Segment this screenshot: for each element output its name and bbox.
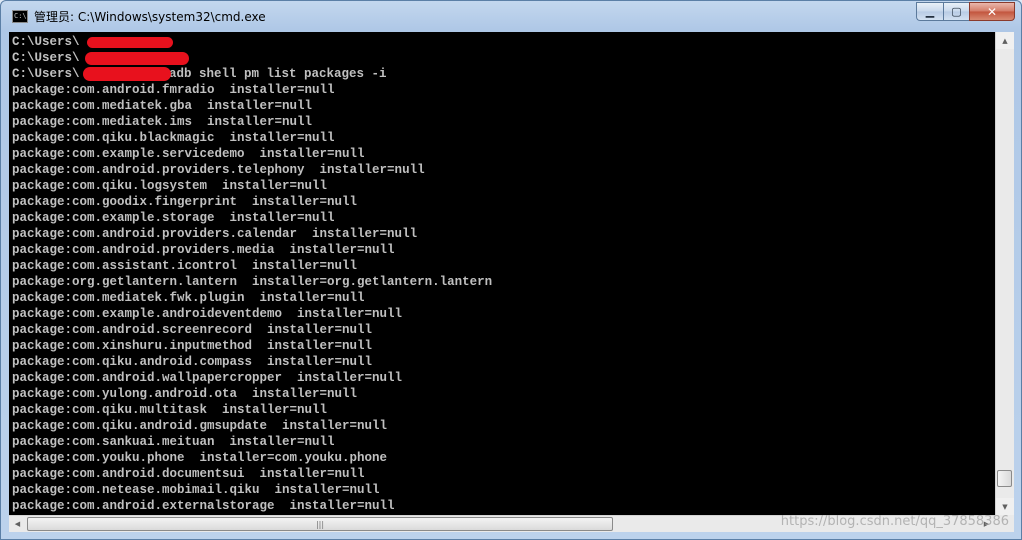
close-icon: ✕ <box>986 4 998 19</box>
console-line: package:com.netease.mobimail.qiku instal… <box>12 483 380 497</box>
console-line: package:com.yulong.android.ota installer… <box>12 387 358 401</box>
watermark: https://blog.csdn.net/qq_37858386 <box>780 514 1009 529</box>
window-title: 管理员: C:\Windows\system32\cmd.exe <box>34 10 266 24</box>
scroll-up-arrow-icon[interactable]: ▲ <box>996 32 1014 49</box>
vertical-scrollbar[interactable]: ▲ ▼ <box>995 32 1014 515</box>
console-line: package:com.mediatek.ims installer=null <box>12 115 313 129</box>
console-line: package:com.example.androideventdemo ins… <box>12 307 403 321</box>
console-line: package:com.android.screenrecord install… <box>12 323 373 337</box>
horizontal-scroll-thumb[interactable]: ||| <box>27 517 613 531</box>
console-line: package:com.qiku.multitask installer=nul… <box>12 403 328 417</box>
console-output[interactable]: C:\Users\> C:\Users\> C:\Users\>adb shel… <box>9 32 995 515</box>
console-line: package:com.sankuai.meituan installer=nu… <box>12 435 335 449</box>
console-line: package:com.example.servicedemo installe… <box>12 147 365 161</box>
console-line: package:com.example.storage installer=nu… <box>12 211 335 225</box>
redaction-scribble <box>85 52 189 65</box>
console-line: package:com.qiku.logsystem installer=nul… <box>12 179 328 193</box>
redaction-scribble <box>87 37 173 48</box>
prompt-line: C:\Users\> <box>12 51 169 65</box>
maximize-button[interactable]: ▢ <box>943 2 969 21</box>
console-lines: C:\Users\> C:\Users\> C:\Users\>adb shel… <box>12 34 492 514</box>
console-line: package:com.android.fmradio installer=nu… <box>12 83 335 97</box>
console-line: package:com.goodix.fingerprint installer… <box>12 195 358 209</box>
console-line: package:com.mediatek.fwk.plugin installe… <box>12 291 365 305</box>
console-line: package:com.android.externalstorage inst… <box>12 499 395 513</box>
console-line: package:org.getlantern.lantern installer… <box>12 275 493 289</box>
console-line: package:com.android.wallpapercropper ins… <box>12 371 403 385</box>
console-line: package:com.xinshuru.inputmethod install… <box>12 339 373 353</box>
console-line: package:com.android.providers.media inst… <box>12 243 395 257</box>
vertical-scroll-thumb[interactable] <box>997 470 1012 487</box>
console-line: package:com.qiku.blackmagic installer=nu… <box>12 131 335 145</box>
grip-icon: ||| <box>315 519 325 529</box>
title-bar[interactable]: C:\ 管理员: C:\Windows\system32\cmd.exe ▁ ▢… <box>1 1 1021 33</box>
cmd-icon[interactable]: C:\ <box>12 10 28 23</box>
console-line: package:com.youku.phone installer=com.yo… <box>12 451 388 465</box>
scroll-left-arrow-icon[interactable]: ◀ <box>9 516 26 532</box>
console-line: package:com.qiku.android.compass install… <box>12 355 373 369</box>
minimize-icon: ▁ <box>925 5 935 18</box>
redaction-scribble <box>83 67 171 81</box>
console-line: package:com.android.providers.telephony … <box>12 163 425 177</box>
maximize-icon: ▢ <box>951 5 962 18</box>
minimize-button[interactable]: ▁ <box>916 2 943 21</box>
prompt-line: C:\Users\> <box>12 35 169 49</box>
caption-buttons: ▁ ▢ ✕ <box>916 2 1015 21</box>
close-button[interactable]: ✕ <box>969 2 1015 21</box>
console-line: package:com.mediatek.gba installer=null <box>12 99 313 113</box>
console-line: package:com.assistant.icontrol installer… <box>12 259 358 273</box>
console-line: package:com.qiku.android.gmsupdate insta… <box>12 419 388 433</box>
scroll-down-arrow-icon[interactable]: ▼ <box>996 498 1014 515</box>
console-line: package:com.android.documentsui installe… <box>12 467 365 481</box>
cmd-window: C:\ 管理员: C:\Windows\system32\cmd.exe ▁ ▢… <box>0 0 1022 540</box>
console-line: package:com.android.providers.calendar i… <box>12 227 418 241</box>
